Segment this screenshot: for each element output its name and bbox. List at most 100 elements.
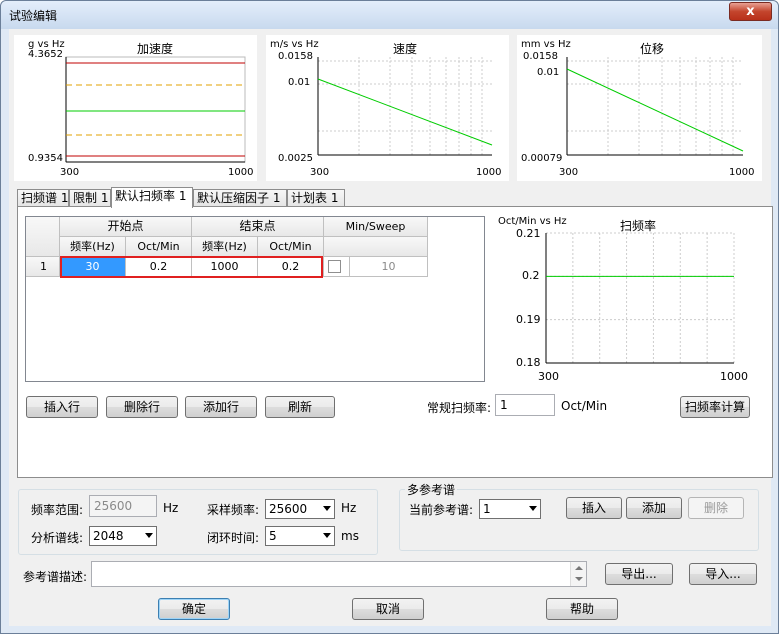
- loop-time-value: 5: [269, 529, 277, 543]
- displacement-ymax-label: 0.0158: [523, 51, 558, 62]
- window-title: 试验编辑: [9, 9, 58, 23]
- loop-label: 闭环时间:: [207, 531, 260, 545]
- accel-plot-frame: [65, 56, 246, 163]
- sweep-y-label-3: 0.18: [516, 356, 541, 369]
- velocity-ymax-label: 0.0158: [278, 51, 313, 62]
- sweep-y-label-2: 0.19: [516, 313, 541, 326]
- current-ref-label: 当前参考谱:: [409, 503, 474, 517]
- title-bar: 试验编辑 x: [1, 1, 778, 29]
- tab-sweep-spectrum[interactable]: 扫频谱 1: [17, 189, 69, 207]
- multi-ref-title: 多参考谱: [405, 481, 458, 498]
- freq-range-input: 25600: [89, 495, 157, 517]
- velocity-chart: m/s vs Hz 速度 0.0158 0.01 0.0025 300 1000: [266, 35, 509, 181]
- cancel-button[interactable]: 取消: [352, 598, 424, 620]
- velocity-ymin-label: 0.0025: [278, 153, 313, 164]
- sweep-xmax-label: 1000: [720, 370, 748, 383]
- chevron-down-icon: [323, 506, 331, 511]
- header-start-point: 开始点: [60, 217, 192, 237]
- table-corner-cell: [26, 217, 60, 257]
- desc-input[interactable]: [91, 561, 587, 587]
- freq-range-label: 频率范围:: [31, 503, 84, 517]
- chevron-down-icon: [529, 506, 537, 511]
- sweep-rate-calc-button[interactable]: 扫频率计算: [680, 396, 750, 418]
- header-min-sweep: Min/Sweep: [324, 217, 428, 237]
- desc-label: 参考谱描述:: [23, 570, 88, 584]
- help-button[interactable]: 帮助: [546, 598, 618, 620]
- accel-ymin-label: 0.9354: [28, 153, 63, 164]
- velocity-xmax-label: 1000: [476, 167, 502, 178]
- sweep-table: 开始点 结束点 Min/Sweep 频率(Hz) Oct/Min 频率(Hz) …: [25, 216, 485, 382]
- current-ref-value: 1: [483, 502, 491, 516]
- chevron-down-icon: [323, 533, 331, 538]
- sample-label: 采样频率:: [207, 503, 260, 517]
- accel-chart: g vs Hz 加速度 4.3652 0.9354 300 1000: [14, 35, 257, 181]
- sweep-xmin-label: 300: [538, 370, 559, 383]
- tab-default-compression[interactable]: 默认压缩因子 1: [193, 189, 287, 207]
- velocity-title: 速度: [392, 42, 418, 56]
- sweep-rate-chart: Oct/Min vs Hz 扫频率 0.21 0.2 0.19 0.18 300…: [496, 215, 754, 385]
- sample-rate-value: 25600: [269, 502, 308, 516]
- displacement-xmin-label: 300: [559, 167, 579, 178]
- import-button[interactable]: 导入...: [689, 563, 757, 585]
- delete-row-button[interactable]: 删除行: [106, 396, 178, 418]
- scroll-down-icon[interactable]: [575, 577, 583, 581]
- sample-rate-select[interactable]: 25600: [265, 499, 335, 519]
- header-start-oct: Oct/Min: [126, 237, 192, 257]
- loop-unit: ms: [341, 529, 359, 543]
- dialog-client: g vs Hz 加速度 4.3652 0.9354 300 1000 m/s v…: [9, 29, 773, 626]
- displacement-title: 位移: [639, 42, 665, 56]
- dialog-window: 试验编辑 x g vs Hz 加速度 4.3652 0.9354 300 100…: [0, 0, 779, 634]
- lines-value: 2048: [93, 529, 124, 543]
- header-end-point: 结束点: [192, 217, 324, 237]
- displacement-unit-label: mm vs Hz: [521, 39, 571, 50]
- velocity-ymid-label: 0.01: [288, 77, 311, 88]
- current-ref-select[interactable]: 1: [479, 499, 541, 519]
- desc-scrollbar[interactable]: [570, 562, 586, 586]
- sweep-title: 扫频率: [619, 219, 657, 233]
- lines-label: 分析谱线:: [31, 531, 84, 545]
- ref-delete-button: 删除: [688, 497, 744, 519]
- sweep-y-label-0: 0.21: [516, 227, 541, 240]
- header-end-oct: Oct/Min: [258, 237, 324, 257]
- ref-insert-button[interactable]: 插入: [566, 497, 622, 519]
- lines-select[interactable]: 2048: [89, 526, 157, 546]
- displacement-ymid-label: 0.01: [537, 67, 560, 78]
- displacement-ymin-label: 0.00079: [521, 153, 563, 164]
- accel-xmax-label: 1000: [228, 167, 254, 178]
- row-highlight-box: [60, 256, 323, 278]
- velocity-xmin-label: 300: [310, 167, 330, 178]
- ok-button[interactable]: 确定: [158, 598, 230, 620]
- min-sweep-checkbox[interactable]: [328, 260, 341, 273]
- cell-min-sweep[interactable]: 10: [350, 257, 428, 277]
- export-button[interactable]: 导出...: [605, 563, 673, 585]
- displacement-xmax-label: 1000: [729, 167, 755, 178]
- loop-time-select[interactable]: 5: [265, 526, 335, 546]
- sweep-y-label-1: 0.2: [522, 269, 540, 282]
- velocity-unit-label: m/s vs Hz: [270, 39, 319, 50]
- insert-row-button[interactable]: 插入行: [26, 396, 98, 418]
- displacement-chart: mm vs Hz 位移 0.0158 0.01 0.00079 300 1000: [517, 35, 762, 181]
- chevron-down-icon: [145, 533, 153, 538]
- rate-input[interactable]: 1: [495, 394, 555, 416]
- tab-default-sweep-rate[interactable]: 默认扫频率 1: [111, 187, 193, 208]
- add-row-button[interactable]: 添加行: [185, 396, 257, 418]
- scroll-up-icon[interactable]: [575, 566, 583, 570]
- displacement-curve: [566, 68, 744, 152]
- close-button[interactable]: x: [729, 2, 772, 21]
- velocity-curve: [317, 78, 493, 146]
- rate-label: 常规扫频率:: [427, 401, 492, 415]
- ref-add-button[interactable]: 添加: [626, 497, 682, 519]
- accel-ymax-label: 4.3652: [28, 49, 63, 60]
- header-start-freq: 频率(Hz): [60, 237, 126, 257]
- header-min-sweep-sub: [324, 237, 428, 257]
- freq-range-unit: Hz: [163, 501, 179, 515]
- rate-unit: Oct/Min: [561, 399, 608, 413]
- tab-schedule[interactable]: 计划表 1: [287, 189, 345, 207]
- accel-xmin-label: 300: [60, 167, 80, 178]
- sweep-unit-label: Oct/Min vs Hz: [498, 216, 567, 227]
- cell-min-sweep-check[interactable]: [324, 257, 350, 277]
- tab-limit[interactable]: 限制 1: [69, 189, 111, 207]
- refresh-button[interactable]: 刷新: [265, 396, 335, 418]
- accel-title: 加速度: [136, 42, 174, 56]
- header-end-freq: 频率(Hz): [192, 237, 258, 257]
